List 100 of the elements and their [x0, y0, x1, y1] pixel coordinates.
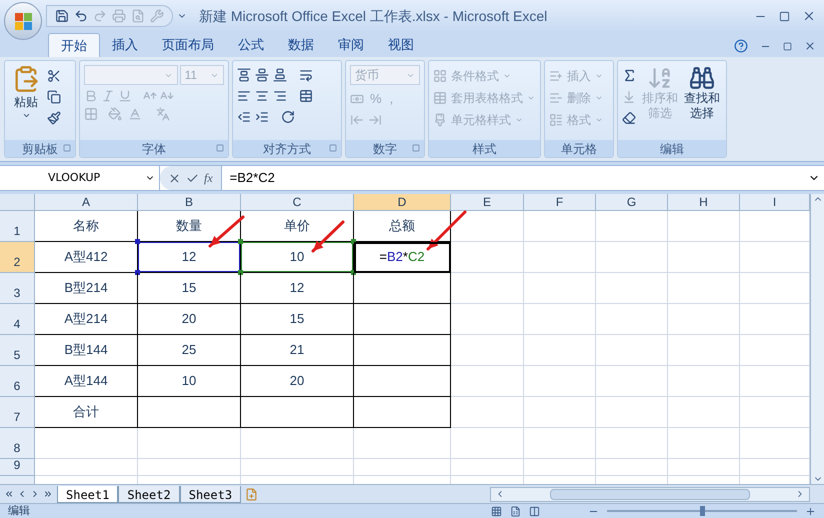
column-header[interactable]: G: [596, 194, 668, 211]
caret-icon: [503, 72, 511, 80]
horizontal-scrollbar[interactable]: [490, 486, 810, 502]
formula-field[interactable]: =B2*C2: [222, 166, 808, 190]
caret-icon: [595, 72, 603, 80]
table-cell: [596, 366, 668, 397]
decrease-indent-icon[interactable]: [237, 110, 251, 124]
insert-function-button[interactable]: fx: [204, 169, 213, 187]
normal-view-icon[interactable]: [491, 506, 502, 516]
merge-icon[interactable]: [299, 89, 313, 103]
wrap-text-icon[interactable]: [299, 68, 313, 82]
ribbon-tab[interactable]: 数据: [276, 33, 326, 57]
row-header[interactable]: 4: [0, 304, 35, 335]
group-label: 单元格: [561, 140, 597, 158]
row-header[interactable]: 2: [0, 242, 35, 273]
fill-color-icon[interactable]: [108, 107, 122, 121]
table-cell: [524, 211, 596, 242]
name-box[interactable]: VLOOKUP: [0, 166, 160, 190]
sheet-tab[interactable]: Sheet3: [180, 486, 242, 502]
arrow-annotation: [426, 210, 466, 250]
last-sheet-icon[interactable]: [43, 489, 53, 499]
cell-formula: =B2*C2: [379, 248, 425, 266]
align-left-icon[interactable]: [237, 89, 251, 103]
table-icon: [433, 91, 447, 105]
row-header[interactable]: 9: [0, 459, 35, 476]
zoom-in-icon[interactable]: [805, 506, 816, 516]
cell-text: 10: [182, 372, 196, 390]
increase-indent-icon[interactable]: [255, 110, 269, 124]
page-break-icon[interactable]: [529, 506, 540, 516]
row-header[interactable]: 8: [0, 428, 35, 459]
table-cell: [524, 428, 596, 459]
cell-text: 20: [290, 372, 304, 390]
table-cell: [524, 335, 596, 366]
editing-menu-button[interactable]: 查找和选择: [683, 65, 721, 140]
column-header[interactable]: D: [354, 194, 451, 211]
undo-icon[interactable]: [74, 9, 88, 23]
orientation-icon[interactable]: [281, 110, 295, 124]
save-icon[interactable]: [55, 9, 69, 23]
caret-icon: [22, 111, 30, 120]
cell-text: 总额: [389, 217, 415, 236]
list-icon: [549, 113, 563, 127]
column-header[interactable]: C: [241, 194, 354, 211]
align-right-icon[interactable]: [273, 89, 287, 103]
cancel-icon[interactable]: [168, 172, 181, 184]
zoom-thumb[interactable]: [700, 506, 705, 516]
column-header[interactable]: B: [138, 194, 241, 211]
close-icon[interactable]: [804, 40, 816, 52]
table-cell: [668, 428, 740, 459]
close-icon[interactable]: [802, 9, 816, 23]
sheet-tab[interactable]: Sheet1: [57, 486, 118, 502]
column-header[interactable]: F: [524, 194, 596, 211]
page-layout-icon[interactable]: [510, 506, 521, 516]
sheet-tab[interactable]: Sheet2: [118, 486, 180, 502]
ribbon-tab[interactable]: 公式: [226, 33, 276, 57]
row-header[interactable]: 7: [0, 397, 35, 428]
row-header[interactable]: 3: [0, 273, 35, 304]
ribbon-tab[interactable]: 视图: [376, 33, 426, 57]
office-button[interactable]: [4, 2, 42, 40]
font-size-value: 11: [184, 67, 198, 84]
enter-icon[interactable]: [186, 172, 199, 184]
table-cell: [524, 242, 596, 273]
sum-icon[interactable]: [622, 68, 637, 83]
scroll-thumb[interactable]: [550, 488, 750, 500]
vertical-scrollbar[interactable]: [810, 194, 824, 484]
paste-button[interactable]: 粘贴: [9, 65, 43, 140]
column-header[interactable]: E: [451, 194, 524, 211]
row-header[interactable]: 5: [0, 335, 35, 366]
table-cell: [668, 459, 740, 476]
cut-icon[interactable]: [47, 69, 61, 83]
cell-text: 15: [182, 279, 196, 298]
table-cell: [524, 366, 596, 397]
copy-icon[interactable]: [47, 90, 61, 104]
help-icon[interactable]: [734, 39, 748, 53]
font-color-icon[interactable]: [128, 107, 142, 121]
restore-icon[interactable]: [783, 42, 792, 50]
row-header[interactable]: 1: [0, 211, 35, 242]
first-sheet-icon[interactable]: [4, 489, 14, 499]
caret-icon: [515, 116, 523, 124]
format-painter-icon[interactable]: [47, 111, 61, 125]
align-bottom-icon[interactable]: [273, 68, 287, 82]
number-format-value: 货币: [355, 67, 379, 84]
maximize-icon[interactable]: [779, 10, 790, 22]
ribbon-tab[interactable]: 插入: [100, 33, 150, 57]
eraser-icon[interactable]: [622, 111, 636, 125]
cell-text: A型144: [64, 372, 108, 390]
ribbon-tab[interactable]: 审阅: [326, 33, 376, 57]
align-center-icon[interactable]: [255, 89, 269, 103]
ribbon-tab[interactable]: 页面布局: [150, 33, 226, 57]
column-header[interactable]: A: [35, 194, 138, 211]
column-header[interactable]: H: [668, 194, 740, 211]
align-top-icon[interactable]: [237, 68, 251, 82]
ribbon-tab[interactable]: 开始: [48, 33, 100, 57]
zoom-slider[interactable]: [607, 506, 797, 516]
row-header[interactable]: 6: [0, 366, 35, 397]
align-middle-icon[interactable]: [255, 68, 269, 82]
cell-text: B型144: [64, 341, 108, 360]
group-label: 样式: [472, 140, 496, 158]
font-name-field[interactable]: [84, 65, 178, 85]
table-cell: [596, 397, 668, 428]
column-header[interactable]: I: [740, 194, 810, 211]
